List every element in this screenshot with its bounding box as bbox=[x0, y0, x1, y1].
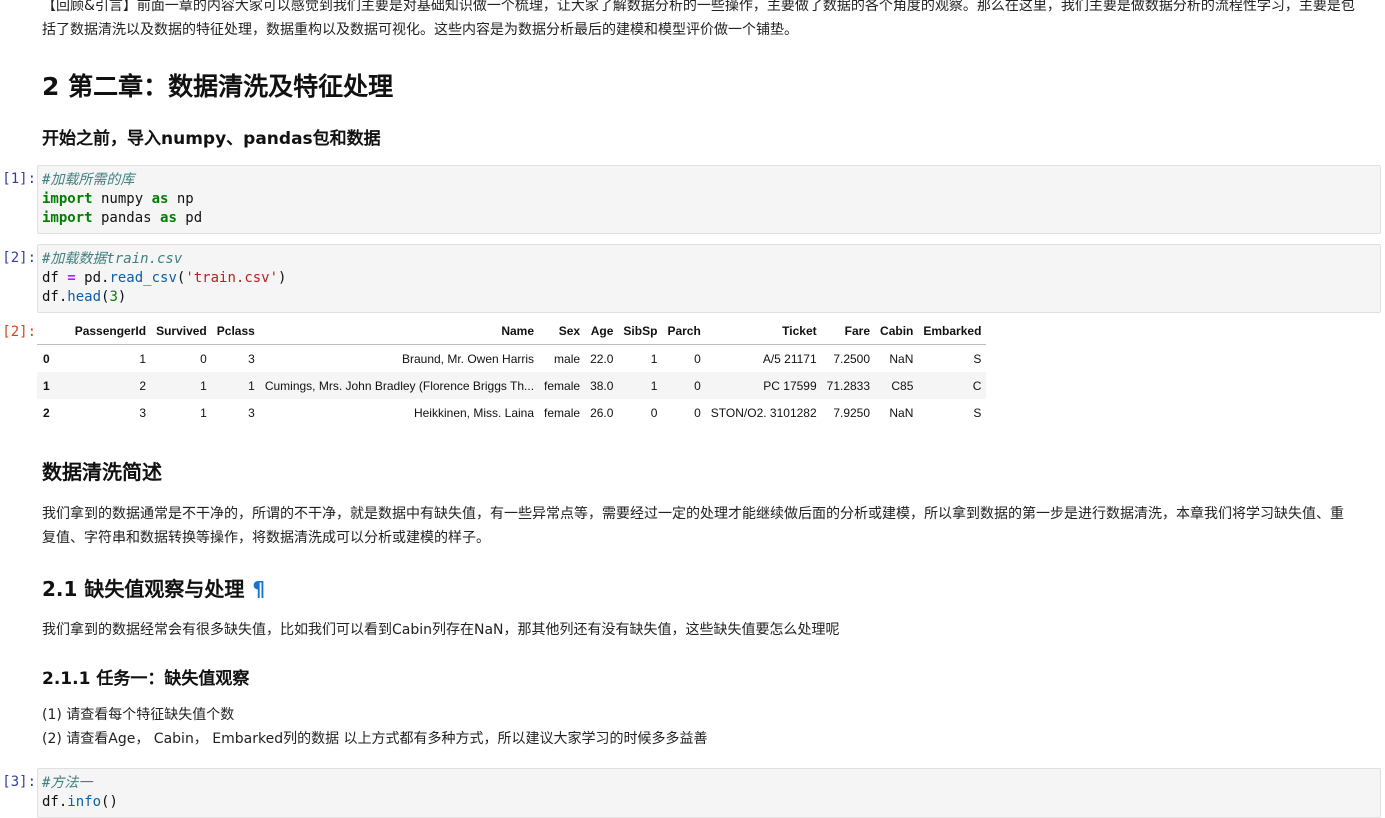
col-header: Embarked bbox=[918, 318, 987, 345]
col-header: Parch bbox=[662, 318, 706, 345]
col-header: PassengerId bbox=[54, 318, 152, 345]
cell-passengerid: 1 bbox=[139, 351, 147, 366]
cell-ticket: PC 17599 bbox=[763, 378, 817, 393]
before-start-heading: 开始之前，导入numpy、pandas包和数据 bbox=[42, 129, 381, 149]
output-prompt: [2]: bbox=[2, 324, 36, 340]
cell-survived: 1 bbox=[200, 405, 207, 420]
code-line: df.info() bbox=[42, 794, 118, 810]
cell-sex: male bbox=[554, 351, 581, 366]
col-header: Sex bbox=[539, 318, 586, 345]
col-header: Name bbox=[259, 318, 540, 345]
cell-survived: 1 bbox=[200, 378, 207, 393]
task-item-2: (2) 请查看Age， Cabin， Embarked列的数据 以上方式都有多种… bbox=[42, 731, 708, 747]
section-2-1-title: 2.1 缺失值观察与处理 bbox=[42, 577, 245, 601]
section-2-1-paragraph: 我们拿到的数据经常会有很多缺失值，比如我们可以看到Cabin列存在NaN，那其他… bbox=[42, 622, 840, 638]
table-header-row: PassengerId Survived Pclass Name Sex Age… bbox=[37, 318, 987, 345]
cell-1-prompt: [1]: bbox=[2, 171, 36, 187]
col-header: Cabin bbox=[875, 318, 919, 345]
code-cell-2[interactable]: #加载数据train.csv df = pd.read_csv('train.c… bbox=[37, 244, 1381, 313]
cell-embarked: S bbox=[973, 351, 982, 366]
table-row: 1 2 1 1 Cumings, Mrs. John Bradley (Flor… bbox=[37, 372, 987, 399]
cell-passengerid: 2 bbox=[139, 378, 147, 393]
cell-sibsp: 1 bbox=[650, 351, 658, 366]
table-row: 2 3 1 3 Heikkinen, Miss. Laina female 26… bbox=[37, 399, 987, 426]
cell-passengerid: 3 bbox=[139, 405, 147, 420]
cell-age: 26.0 bbox=[590, 405, 614, 420]
cell-cabin: NaN bbox=[889, 351, 914, 366]
code-comment: #加载数据train.csv bbox=[42, 251, 183, 267]
col-header: Fare bbox=[821, 318, 876, 345]
cell-sibsp: 0 bbox=[650, 405, 658, 420]
cell-cabin: C85 bbox=[891, 378, 914, 393]
cell-cabin: NaN bbox=[889, 405, 914, 420]
code-comment: #加载所需的库 bbox=[42, 172, 135, 188]
cell-age: 22.0 bbox=[590, 351, 614, 366]
dataframe-output: PassengerId Survived Pclass Name Sex Age… bbox=[37, 318, 987, 426]
cell-fare: 71.2833 bbox=[826, 378, 871, 393]
code-line: import pandas as pd bbox=[42, 210, 203, 226]
chapter-title: 2 第二章：数据清洗及特征处理 bbox=[42, 72, 394, 101]
task-heading: 2.1.1 任务一：缺失值观察 bbox=[42, 669, 250, 689]
cell-parch: 0 bbox=[694, 405, 701, 420]
row-index: 1 bbox=[43, 378, 50, 393]
col-header: Age bbox=[585, 318, 619, 345]
col-header bbox=[37, 318, 55, 345]
cleaning-heading: 数据清洗简述 bbox=[42, 460, 162, 484]
cell-sex: female bbox=[544, 405, 581, 420]
cell-name: Heikkinen, Miss. Laina bbox=[413, 405, 535, 420]
intro-paragraph: 【回顾&引言】前面一章的内容大家可以感觉到我们主要是对基础知识做一个梳理，让大家… bbox=[42, 0, 1355, 38]
cell-survived: 0 bbox=[200, 351, 207, 366]
row-index: 0 bbox=[43, 351, 50, 366]
section-2-1-heading: 2.1 缺失值观察与处理 ¶ bbox=[42, 576, 1355, 602]
cell-name: Cumings, Mrs. John Bradley (Florence Bri… bbox=[264, 378, 535, 393]
code-cell-1[interactable]: #加载所需的库 import numpy as np import pandas… bbox=[37, 165, 1381, 234]
cell-sex: female bbox=[544, 378, 581, 393]
cell-age: 38.0 bbox=[590, 378, 614, 393]
table-row: 0 1 0 3 Braund, Mr. Owen Harris male 22.… bbox=[37, 344, 987, 372]
cell-parch: 0 bbox=[694, 351, 701, 366]
cell-pclass: 3 bbox=[248, 351, 255, 366]
col-header: SibSp bbox=[618, 318, 663, 345]
cell-sibsp: 1 bbox=[650, 378, 658, 393]
anchor-link[interactable]: ¶ bbox=[252, 577, 265, 601]
code-line: import numpy as np bbox=[42, 191, 194, 207]
cell-fare: 7.9250 bbox=[833, 405, 871, 420]
col-header: Survived bbox=[151, 318, 212, 345]
cell-3-prompt: [3]: bbox=[2, 774, 36, 790]
row-index: 2 bbox=[43, 405, 50, 420]
code-line: df.head(3) bbox=[42, 289, 127, 305]
code-line: df = pd.read_csv('train.csv') bbox=[42, 270, 287, 286]
code-cell-3[interactable]: #方法一 df.info() bbox=[37, 768, 1381, 818]
cell-embarked: S bbox=[973, 405, 982, 420]
cell-parch: 0 bbox=[694, 378, 701, 393]
cell-2-prompt: [2]: bbox=[2, 250, 36, 266]
col-header: Pclass bbox=[211, 318, 260, 345]
cell-name: Braund, Mr. Owen Harris bbox=[401, 351, 535, 366]
cell-ticket: STON/O2. 3101282 bbox=[710, 405, 817, 420]
cell-fare: 7.2500 bbox=[833, 351, 871, 366]
cell-pclass: 1 bbox=[248, 378, 255, 393]
cell-embarked: C bbox=[972, 378, 982, 393]
col-header: Ticket bbox=[705, 318, 822, 345]
cell-ticket: A/5 21171 bbox=[762, 351, 817, 366]
task-item-1: (1) 请查看每个特征缺失值个数 bbox=[42, 707, 235, 723]
cleaning-paragraph: 我们拿到的数据通常是不干净的，所谓的不干净，就是数据中有缺失值，有一些异常点等，… bbox=[42, 506, 1344, 546]
cell-pclass: 3 bbox=[248, 405, 255, 420]
code-comment: #方法一 bbox=[42, 775, 93, 791]
